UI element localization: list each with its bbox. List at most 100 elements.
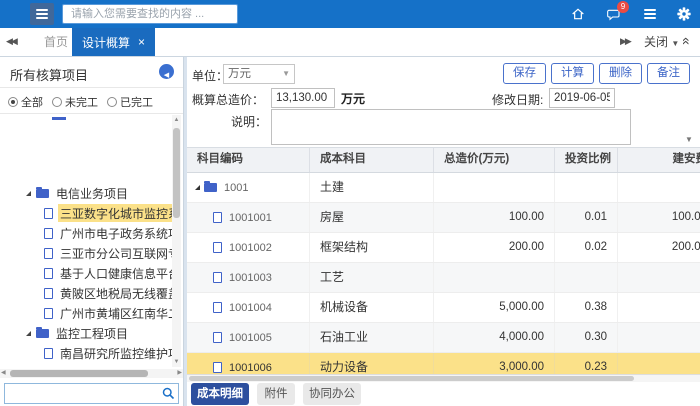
file-icon (44, 348, 53, 359)
tree-folder[interactable]: 监控工程项目 (0, 323, 172, 343)
tree-item-label: 国光监控项目 (58, 364, 137, 367)
ratio-cell: 0.23 (555, 353, 618, 375)
remark-button[interactable]: 备注 (647, 63, 690, 84)
hamburger-menu-icon[interactable] (30, 3, 54, 25)
settings-gear-icon[interactable] (676, 6, 692, 22)
radio-icon[interactable] (8, 97, 18, 107)
attachment-button[interactable]: 附件 (257, 383, 295, 405)
scroll-left-icon[interactable] (1, 369, 6, 378)
collaboration-button[interactable]: 协同办公 (303, 383, 361, 405)
column-header-total[interactable]: 总造价(万元) (434, 148, 555, 172)
tab-design-estimate[interactable]: 设计概算 (72, 28, 155, 56)
subject-code: 1001004 (229, 294, 272, 322)
collapse-form-icon[interactable] (685, 135, 693, 144)
subject-name: 框架结构 (310, 233, 434, 262)
global-search-input[interactable] (62, 4, 238, 24)
table-row[interactable]: 1001004 机械设备 5,000.00 0.38 (187, 293, 700, 323)
scrollbar-thumb[interactable] (173, 128, 180, 218)
tree-item[interactable]: 广州市电子政务系统项目 (0, 223, 172, 243)
sidebar-title: 所有核算项目 (10, 65, 88, 84)
table-row[interactable]: 1001002 框架结构 200.00 0.02 200.00 (187, 233, 700, 263)
calculate-button[interactable]: 计算 (551, 63, 594, 84)
tree-item[interactable]: 南昌研究所监控维护项目 (0, 343, 172, 363)
collapse-up-icon[interactable] (679, 37, 695, 45)
delete-button[interactable]: 删除 (599, 63, 642, 84)
table-horizontal-scrollbar[interactable] (187, 374, 700, 382)
column-header-code[interactable]: 科目编码 (187, 148, 310, 172)
tree-horizontal-scrollbar[interactable] (0, 369, 183, 378)
jianan-cell (618, 263, 700, 292)
tree-folder[interactable]: 电信业务项目 (0, 183, 172, 203)
form-action-buttons: 保存 计算 删除 备注 (503, 63, 690, 84)
expand-icon[interactable] (26, 331, 31, 336)
tree-search-box (4, 383, 179, 404)
tree-item[interactable]: 国光监控项目 (0, 363, 172, 367)
table-row-selected[interactable]: 1001006 动力设备 3,000.00 0.23 (187, 353, 700, 375)
scroll-right-icon[interactable] (177, 369, 182, 378)
tree-item-label: 电信业务项目 (54, 184, 133, 202)
expand-icon[interactable] (195, 185, 200, 190)
folder-icon (36, 189, 49, 198)
scrollbar-thumb[interactable] (10, 370, 148, 377)
tree-item-selected[interactable]: 三亚数字化城市监控系统 (0, 203, 172, 223)
file-icon (213, 302, 222, 313)
scrollbar-thumb[interactable] (189, 376, 634, 381)
ratio-cell: 0.38 (555, 293, 618, 322)
tree-vertical-scrollbar[interactable] (172, 115, 181, 367)
tree-search-input[interactable] (5, 386, 163, 403)
file-icon (213, 242, 222, 253)
total-cost-cell: 200.00 (434, 233, 555, 262)
unit-select[interactable]: 万元 (223, 64, 295, 84)
subject-code: 1001003 (229, 264, 272, 292)
tabs-scroll-right-icon[interactable] (620, 36, 630, 47)
tabs-scroll-left-icon[interactable] (6, 36, 16, 47)
tree-item-label: 黄陂区地税局无线覆盖 (58, 284, 172, 302)
ratio-cell: 0.01 (555, 203, 618, 232)
tab-label: 设计概算 (82, 34, 130, 51)
search-icon[interactable] (161, 386, 176, 401)
tree-item[interactable]: 广州市黄埔区红南华二街路灯监 (0, 303, 172, 323)
column-header-subject[interactable]: 成本科目 (310, 148, 434, 172)
table-row[interactable]: 1001 土建 (187, 173, 700, 203)
filter-label: 已完工 (120, 94, 153, 110)
close-tabs-dropdown[interactable]: 关闭 (644, 28, 679, 56)
column-header-jianan[interactable]: 建安费 (618, 148, 700, 172)
subject-code: 1001006 (229, 354, 272, 376)
total-cost-input[interactable] (271, 88, 335, 108)
unit-select-value: 万元 (228, 68, 251, 80)
description-textarea[interactable] (271, 109, 631, 145)
filter-label: 未完工 (65, 94, 98, 110)
expand-icon[interactable] (26, 191, 31, 196)
jianan-cell (618, 293, 700, 322)
tree-item[interactable]: 三亚市分公司互联网专线接入服 (0, 243, 172, 263)
filter-unfinished[interactable]: 未完工 (52, 94, 98, 110)
modified-date-input[interactable] (549, 88, 615, 108)
sidebar-collapse-button[interactable] (159, 64, 174, 79)
subject-name: 石油工业 (310, 323, 434, 352)
scroll-up-icon[interactable] (172, 117, 181, 123)
filter-all[interactable]: 全部 (8, 94, 43, 110)
scroll-down-icon[interactable] (172, 359, 181, 365)
apps-icon[interactable] (642, 6, 658, 22)
filter-finished[interactable]: 已完工 (107, 94, 153, 110)
home-icon[interactable] (570, 6, 586, 22)
estimate-panel: 单位： 万元 保存 计算 删除 备注 概算总造价： 万元 修改日期: 说明： 科… (187, 57, 700, 406)
table-header: 科目编码 成本科目 总造价(万元) 投资比例 建安费 (187, 148, 700, 173)
tab-close-icon[interactable] (138, 36, 145, 48)
chevron-down-icon (282, 65, 290, 83)
table-row[interactable]: 1001003 工艺 (187, 263, 700, 293)
footer-toolbar: 成本明细 附件 协同办公 (187, 382, 700, 406)
column-header-ratio[interactable]: 投资比例 (555, 148, 618, 172)
cost-detail-button[interactable]: 成本明细 (191, 383, 249, 405)
tree-item[interactable]: 基于人口健康信息平台的区域分 (0, 263, 172, 283)
tree-item[interactable]: 黄陂区地税局无线覆盖 (0, 283, 172, 303)
close-tabs-label: 关闭 (644, 35, 668, 49)
table-row[interactable]: 1001005 石油工业 4,000.00 0.30 (187, 323, 700, 353)
file-icon (44, 228, 53, 239)
radio-icon[interactable] (52, 97, 62, 107)
total-cost-cell: 4,000.00 (434, 323, 555, 352)
radio-icon[interactable] (107, 97, 117, 107)
file-icon (213, 332, 222, 343)
save-button[interactable]: 保存 (503, 63, 546, 84)
table-row[interactable]: 1001001 房屋 100.00 0.01 100.00 (187, 203, 700, 233)
